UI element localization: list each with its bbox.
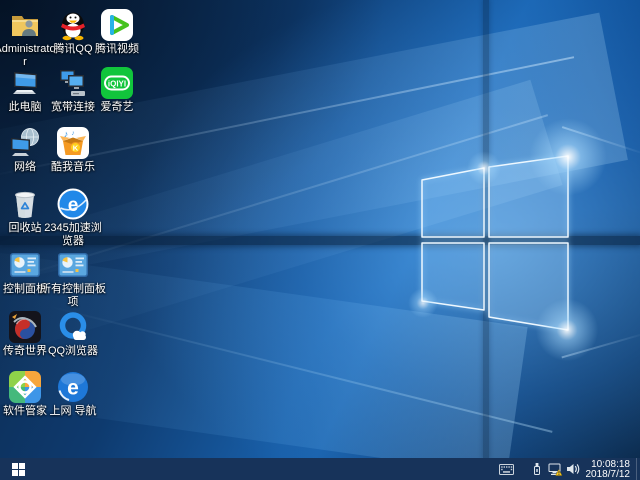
- icon-label: QQ浏览器: [48, 345, 98, 358]
- iqiyi-logo-icon: iQIYI: [100, 66, 134, 100]
- volume-icon[interactable]: [564, 458, 582, 480]
- start-button[interactable]: [0, 458, 36, 480]
- show-desktop-button[interactable]: [636, 458, 640, 480]
- internet-e-icon: e: [56, 370, 90, 404]
- browser-e-icon: e: [56, 187, 90, 221]
- taskbar: 10:08:18 2018/7/12: [0, 458, 640, 480]
- screen: Administrato r 腾讯QQ: [0, 0, 640, 480]
- svg-text:e: e: [68, 195, 79, 216]
- clock-date: 2018/7/12: [586, 470, 631, 480]
- svg-text:K: K: [73, 144, 79, 153]
- safely-remove-hardware-icon[interactable]: [528, 458, 546, 480]
- icon-label: 酷我音乐: [51, 161, 95, 174]
- desktop-icon-all-control-panel-items[interactable]: 所有控制面板 项: [37, 248, 109, 309]
- logo-crossbar-vertical: [483, 0, 489, 458]
- desktop-icon-2345-browser[interactable]: e 2345加速浏 览器: [37, 187, 109, 248]
- desktop-icon-internet-navigation[interactable]: e 上网 导航: [37, 370, 109, 418]
- taskbar-clock[interactable]: 10:08:18 2018/7/12: [582, 459, 637, 480]
- svg-text:e: e: [67, 377, 79, 400]
- desktop-icon-kuwo-music[interactable]: ♪ ♪ K 酷我音乐: [37, 126, 109, 174]
- icon-label: 上网 导航: [49, 405, 96, 418]
- icon-label: 腾讯视频: [95, 43, 139, 56]
- icon-label: 2345加速浏 览器: [44, 222, 101, 248]
- svg-text:iQIYI: iQIYI: [108, 80, 126, 89]
- icon-label: 爱奇艺: [101, 101, 134, 114]
- windows-start-icon: [12, 463, 25, 476]
- desktop-icon-iqiyi[interactable]: iQIYI 爱奇艺: [81, 66, 153, 114]
- svg-text:♪: ♪: [71, 130, 75, 137]
- network-warning-icon[interactable]: [546, 458, 564, 480]
- icon-label: 所有控制面板 项: [40, 283, 106, 309]
- desktop-icon-tencent-video[interactable]: 腾讯视频: [81, 8, 153, 56]
- desktop-icon-qq-browser[interactable]: QQ浏览器: [37, 310, 109, 358]
- icon-label: 网络: [14, 161, 36, 174]
- play-button-icon: [100, 8, 134, 42]
- touch-keyboard-icon[interactable]: [498, 458, 516, 480]
- control-panel-icon: [56, 248, 90, 282]
- music-box-icon: ♪ ♪ K: [56, 126, 90, 160]
- desktop[interactable]: Administrato r 腾讯QQ: [0, 0, 640, 458]
- clock-time: 10:08:18: [586, 459, 631, 470]
- q-cloud-icon: [56, 310, 90, 344]
